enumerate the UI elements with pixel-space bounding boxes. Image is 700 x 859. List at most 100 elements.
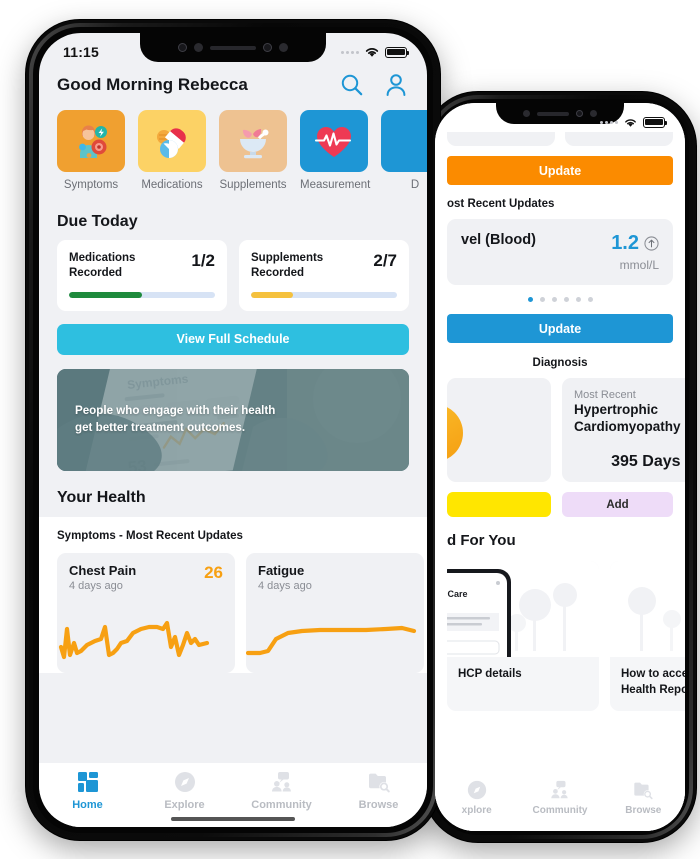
symptom-card-chest-pain[interactable]: Chest Pain 4 days ago 26 xyxy=(57,552,235,673)
tile-symptoms[interactable]: Symptoms xyxy=(57,110,125,191)
tile-label: Measurement xyxy=(300,179,371,191)
symptom-card-fatigue[interactable]: Fatigue 4 days ago xyxy=(246,552,424,673)
banner-text: People who engage with their health get … xyxy=(75,403,393,437)
community-icon xyxy=(551,780,568,799)
due-card-name: Medications Recorded xyxy=(69,252,136,279)
tab-label: Browse xyxy=(625,805,662,816)
for-you-title: d For You xyxy=(447,532,516,549)
wifi-icon xyxy=(625,118,636,127)
signal-dots-icon xyxy=(341,50,359,54)
foreground-phone-device: 11:15 Good Morning Rebecca Symptoms Medi… xyxy=(26,20,440,840)
compass-icon xyxy=(174,772,195,792)
your-health-title: Your Health xyxy=(57,488,146,506)
symptom-name: Fatigue xyxy=(258,562,305,578)
tab-explore[interactable]: Explore xyxy=(136,770,233,811)
for-you-caption: HCP details xyxy=(458,668,522,680)
medications-icon xyxy=(157,128,186,158)
arrow-up-circle-icon xyxy=(644,236,659,251)
phone-mockup-icon: alth Care nal xyxy=(447,569,577,657)
symptom-cards-row: Chest Pain 4 days ago 26 Fatigue 4 days … xyxy=(57,552,427,673)
measurement-card[interactable]: vel (Blood) 1.2 mmol/L xyxy=(447,219,673,285)
header-row: Good Morning Rebecca xyxy=(39,62,427,110)
tile-swatch xyxy=(300,110,368,172)
background-phone-screen: Update ost Recent Updates vel (Blood) 1.… xyxy=(435,103,685,831)
update-orange-label: Update xyxy=(538,163,582,178)
progress-fill xyxy=(69,291,142,298)
for-you-row: alth Care nal HCP details xyxy=(447,549,685,712)
community-icon xyxy=(271,772,291,792)
phone-mockup-icon: 12:11 Done HealthRe pe w xyxy=(628,587,681,651)
recent-updates-label: ost Recent Updates xyxy=(447,198,555,210)
tile-label: Symptoms xyxy=(63,179,119,191)
status-bar xyxy=(435,103,685,132)
symptoms-icon xyxy=(79,125,107,158)
diagnosis-card-partial[interactable] xyxy=(447,378,551,482)
yellow-action-button[interactable] xyxy=(447,492,551,517)
update-button-orange[interactable]: Update xyxy=(447,156,673,185)
diagnosis-section-title: Diagnosis xyxy=(532,357,588,369)
progress-fill xyxy=(251,291,294,298)
search-icon[interactable] xyxy=(339,72,365,98)
for-you-artwork: 12:11 Done HealthRe pe w xyxy=(610,561,685,657)
wifi-icon xyxy=(365,48,379,57)
banner-line1: People who engage with their health xyxy=(75,404,276,418)
tab-browse[interactable]: Browse xyxy=(330,770,427,811)
due-card-supplements[interactable]: Supplements Recorded 2/7 xyxy=(239,240,409,311)
for-you-caption: How to access and Health Report xyxy=(621,668,685,696)
clock: 11:15 xyxy=(63,44,100,60)
screenshot-stage: Update ost Recent Updates vel (Blood) 1.… xyxy=(0,0,700,859)
for-you-artwork: alth Care nal xyxy=(447,561,599,657)
due-card-medications[interactable]: Medications Recorded 1/2 xyxy=(57,240,227,311)
tab-community[interactable]: Community xyxy=(518,779,601,816)
pager-dot[interactable] xyxy=(527,297,533,302)
pager-dot[interactable] xyxy=(575,297,581,302)
tile-supplements[interactable]: Supplements xyxy=(219,110,287,191)
update-button-blue[interactable]: Update xyxy=(447,314,673,343)
due-card-name: Supplements Recorded xyxy=(251,252,324,279)
diagnosis-name: Hypertrophic Cardiomyopathy xyxy=(574,402,681,434)
tab-home[interactable]: Home xyxy=(39,770,136,811)
due-card-fraction: 1/2 xyxy=(191,251,215,270)
progress-track xyxy=(251,291,397,298)
quick-action-tiles: Symptoms Medications Supplements Measure… xyxy=(39,110,427,197)
diagnosis-buttons: Add xyxy=(447,492,673,517)
foreground-phone-screen: 11:15 Good Morning Rebecca Symptoms Medi… xyxy=(39,33,427,827)
due-card-fraction: 2/7 xyxy=(373,251,397,270)
for-you-card[interactable]: alth Care nal HCP details xyxy=(447,561,599,712)
tile-measurement[interactable]: Measurement xyxy=(300,110,371,191)
tab-browse[interactable]: Browse xyxy=(602,779,685,816)
partial-cards-above xyxy=(447,132,673,146)
due-today-title: Due Today xyxy=(57,213,138,230)
battery-icon xyxy=(643,116,667,128)
tile-medications[interactable]: Medications xyxy=(138,110,206,191)
background-tab-bar: xplore Community Browse xyxy=(435,773,685,831)
add-diagnosis-button[interactable]: Add xyxy=(562,492,673,517)
tile-cut-off[interactable]: D xyxy=(381,110,427,191)
diagnosis-card[interactable]: Most Recent Hypertrophic Cardiomyopathy … xyxy=(562,378,685,482)
signal-dots-icon xyxy=(600,120,618,124)
promo-banner[interactable]: Symptoms 53 67 xyxy=(57,368,409,471)
carousel-pager[interactable] xyxy=(447,285,673,314)
compass-icon xyxy=(467,780,486,800)
heart-rate-icon xyxy=(314,127,352,157)
browse-icon xyxy=(634,782,653,800)
pager-dot[interactable] xyxy=(551,297,557,302)
tab-explore[interactable]: xplore xyxy=(435,779,518,816)
measurement-unit: mmol/L xyxy=(619,258,659,272)
tile-label: D xyxy=(410,179,420,191)
tab-community[interactable]: Community xyxy=(233,770,330,811)
update-blue-label: Update xyxy=(538,321,582,336)
tab-label: xplore xyxy=(461,805,492,816)
sparkline-chest-pain xyxy=(58,620,210,659)
view-full-schedule-button[interactable]: View Full Schedule xyxy=(57,323,409,355)
your-health-panel: Symptoms - Most Recent Updates Chest Pai… xyxy=(39,516,427,673)
pager-dot[interactable] xyxy=(563,297,569,302)
symptom-value: 26 xyxy=(204,562,223,582)
progress-track xyxy=(69,291,215,298)
profile-icon[interactable] xyxy=(383,72,409,98)
pager-dot[interactable] xyxy=(539,297,545,302)
for-you-card[interactable]: 12:11 Done HealthRe pe w xyxy=(610,561,685,712)
tab-bar: Home Explore Community Browse xyxy=(39,763,427,827)
tab-label: Community xyxy=(532,805,588,816)
pager-dot[interactable] xyxy=(587,297,593,302)
